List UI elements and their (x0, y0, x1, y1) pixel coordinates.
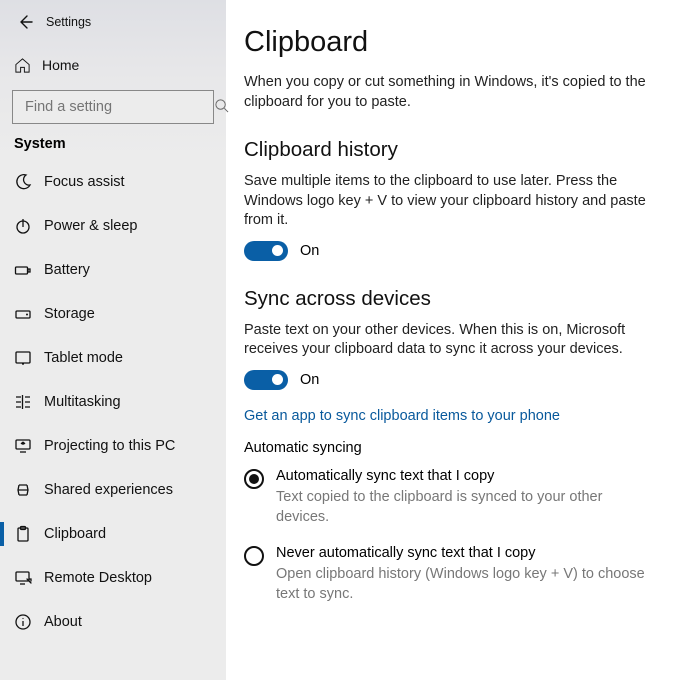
radio-sub: Open clipboard history (Windows logo key… (276, 565, 652, 604)
power-icon (14, 217, 44, 235)
history-toggle-label: On (300, 243, 319, 259)
sync-toggle-row: On (244, 370, 652, 390)
sidebar-item-label: Remote Desktop (44, 570, 152, 586)
clipboard-icon (14, 525, 44, 543)
sidebar-item-focus-assist[interactable]: Focus assist (0, 160, 226, 204)
sidebar-item-label: Projecting to this PC (44, 438, 175, 454)
sidebar-item-storage[interactable]: Storage (0, 292, 226, 336)
sidebar-item-label: About (44, 614, 82, 630)
sync-toggle[interactable] (244, 370, 288, 390)
remote-desktop-icon (14, 569, 44, 587)
sync-desc: Paste text on your other devices. When t… (244, 321, 652, 360)
sidebar: Settings Home System Focus assist Power … (0, 0, 226, 680)
shared-icon (14, 481, 44, 499)
sidebar-item-home[interactable]: Home (0, 46, 226, 84)
page-title: Clipboard (244, 26, 652, 59)
titlebar: Settings (0, 6, 226, 46)
sidebar-item-multitasking[interactable]: Multitasking (0, 380, 226, 424)
sidebar-item-remote-desktop[interactable]: Remote Desktop (0, 556, 226, 600)
projecting-icon (14, 437, 44, 455)
sidebar-item-shared-experiences[interactable]: Shared experiences (0, 468, 226, 512)
back-button[interactable] (4, 8, 46, 36)
radio-body: Never automatically sync text that I cop… (276, 545, 652, 604)
search-box[interactable] (12, 90, 214, 124)
home-icon (14, 57, 42, 74)
history-toggle-row: On (244, 241, 652, 261)
history-toggle[interactable] (244, 241, 288, 261)
sidebar-item-label: Clipboard (44, 526, 106, 542)
sidebar-item-label: Power & sleep (44, 218, 138, 234)
sidebar-group-system: System (0, 136, 226, 160)
sidebar-item-label: Battery (44, 262, 90, 278)
sidebar-item-about[interactable]: About (0, 600, 226, 644)
radio-button[interactable] (244, 469, 264, 489)
multitasking-icon (14, 393, 44, 411)
window-title: Settings (46, 15, 91, 29)
radio-auto-sync[interactable]: Automatically sync text that I copy Text… (244, 468, 652, 527)
sidebar-item-label: Tablet mode (44, 350, 123, 366)
radio-sub: Text copied to the clipboard is synced t… (276, 488, 652, 527)
sidebar-item-label: Shared experiences (44, 482, 173, 498)
sidebar-item-clipboard[interactable]: Clipboard (0, 512, 226, 556)
sidebar-item-projecting[interactable]: Projecting to this PC (0, 424, 226, 468)
sidebar-item-label: Multitasking (44, 394, 121, 410)
history-desc: Save multiple items to the clipboard to … (244, 172, 652, 231)
sidebar-item-tablet-mode[interactable]: Tablet mode (0, 336, 226, 380)
content-pane: Clipboard When you copy or cut something… (226, 0, 680, 680)
page-intro: When you copy or cut something in Window… (244, 73, 652, 112)
sidebar-item-label: Storage (44, 306, 95, 322)
arrow-left-icon (17, 14, 33, 30)
moon-icon (14, 173, 44, 191)
battery-icon (14, 261, 44, 279)
sync-toggle-label: On (300, 372, 319, 388)
section-clipboard-history: Clipboard history (244, 138, 652, 162)
radio-label: Automatically sync text that I copy (276, 468, 652, 484)
sidebar-nav: Focus assist Power & sleep Battery Stora… (0, 160, 226, 644)
radio-never-sync[interactable]: Never automatically sync text that I cop… (244, 545, 652, 604)
storage-icon (14, 305, 44, 323)
info-icon (14, 613, 44, 631)
auto-sync-heading: Automatic syncing (244, 440, 652, 456)
radio-body: Automatically sync text that I copy Text… (276, 468, 652, 527)
tablet-icon (14, 349, 44, 367)
radio-button[interactable] (244, 546, 264, 566)
section-sync-devices: Sync across devices (244, 287, 652, 311)
sidebar-item-battery[interactable]: Battery (0, 248, 226, 292)
sidebar-item-label: Home (42, 57, 79, 73)
sidebar-item-power-sleep[interactable]: Power & sleep (0, 204, 226, 248)
sidebar-item-label: Focus assist (44, 174, 125, 190)
radio-label: Never automatically sync text that I cop… (276, 545, 652, 561)
sync-app-link[interactable]: Get an app to sync clipboard items to yo… (244, 408, 560, 424)
search-input[interactable] (23, 98, 214, 116)
settings-window: Settings Home System Focus assist Power … (0, 0, 680, 680)
